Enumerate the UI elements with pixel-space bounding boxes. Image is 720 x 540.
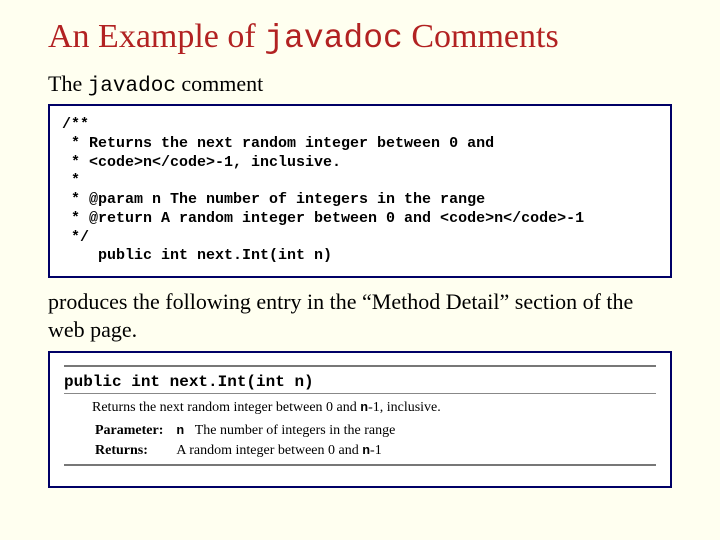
method-signature: public int next.Int(int n) [64, 373, 656, 391]
intro-line: The javadoc comment [48, 71, 672, 98]
code-l6: * @return A random integer between 0 and… [62, 210, 584, 227]
param-label: Parameter: [94, 422, 173, 440]
code-l8: public int next.Int(int n) [62, 247, 332, 264]
return-post: -1 [370, 443, 382, 458]
code-l7: */ [62, 229, 89, 246]
rule-bottom [64, 464, 656, 466]
param-value: n The number of integers in the range [175, 422, 405, 440]
title-post: Comments [403, 18, 559, 55]
desc-post: -1, inclusive. [368, 400, 441, 415]
slide-title: An Example of javadoc Comments [48, 18, 672, 57]
param-table: Parameter: n The number of integers in t… [92, 420, 407, 462]
code-l4: * [62, 172, 80, 189]
mid-text: produces the following entry in the “Met… [48, 288, 672, 343]
table-row: Returns: A random integer between 0 and … [94, 442, 405, 460]
return-value: A random integer between 0 and n-1 [175, 442, 405, 460]
code-l3: * <code>n</code>-1, inclusive. [62, 154, 341, 171]
rule-top [64, 365, 656, 367]
rule-under-sig [64, 393, 656, 394]
output-box: public int next.Int(int n) Returns the n… [48, 351, 672, 488]
desc-pre: Returns the next random integer between … [92, 400, 360, 415]
code-box: /** * Returns the next random integer be… [48, 104, 672, 278]
intro-pre: The [48, 71, 88, 96]
desc-n: n [360, 400, 368, 415]
code-l2: * Returns the next random integer betwee… [62, 135, 494, 152]
code-l1: /** [62, 116, 89, 133]
param-name: n [176, 423, 184, 438]
title-pre: An Example of [48, 18, 264, 55]
return-label: Returns: [94, 442, 173, 460]
return-n: n [362, 443, 370, 458]
intro-post: comment [176, 71, 263, 96]
table-row: Parameter: n The number of integers in t… [94, 422, 405, 440]
code-l5: * @param n The number of integers in the… [62, 191, 485, 208]
method-description: Returns the next random integer between … [92, 400, 656, 416]
slide: An Example of javadoc Comments The javad… [0, 0, 720, 488]
title-mono: javadoc [264, 20, 403, 57]
intro-mono: javadoc [88, 75, 176, 98]
param-desc: The number of integers in the range [195, 423, 396, 438]
return-pre: A random integer between 0 and [176, 443, 362, 458]
